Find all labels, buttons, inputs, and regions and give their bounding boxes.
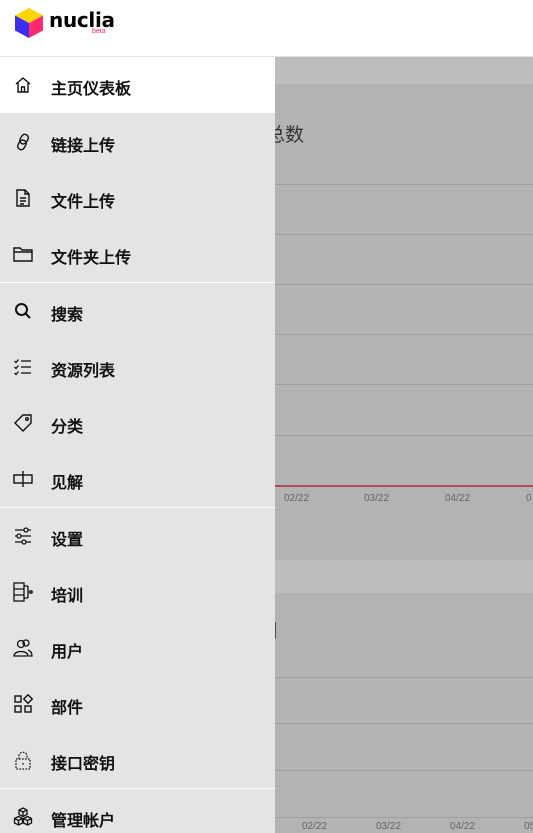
nav-label: 链接上传 bbox=[51, 136, 116, 155]
nav-label: 资源列表 bbox=[51, 361, 116, 380]
nav-label: 文件上传 bbox=[51, 192, 116, 211]
cubes-icon bbox=[13, 807, 33, 826]
link-icon bbox=[16, 133, 30, 151]
nav-item-file-upload[interactable]: 文件上传 bbox=[0, 170, 275, 226]
x-tick-label: 03/22 bbox=[364, 493, 390, 504]
tag-icon bbox=[14, 414, 32, 432]
x-tick-label: 05 bbox=[524, 821, 533, 832]
beta-badge: beta bbox=[92, 28, 106, 35]
checklist-icon bbox=[14, 359, 31, 376]
training-icon bbox=[13, 582, 33, 602]
logo-cube-icon bbox=[15, 8, 43, 38]
nav-label: 接口密钥 bbox=[51, 754, 116, 773]
search-icon bbox=[15, 303, 31, 319]
sliders-icon bbox=[15, 527, 31, 545]
x-tick-label: 03/22 bbox=[376, 821, 402, 832]
nav-item-settings[interactable]: 设置 bbox=[0, 508, 275, 564]
nav-item-users[interactable]: 用户 bbox=[0, 620, 275, 676]
nav-item-classification[interactable]: 分类 bbox=[0, 395, 275, 451]
file-icon bbox=[16, 189, 30, 207]
folder-icon bbox=[13, 247, 33, 262]
nav-item-api-keys[interactable]: 接口密钥 bbox=[0, 732, 275, 788]
nav-item-home-dashboard[interactable]: 主页仪表板 bbox=[0, 57, 275, 113]
nav-label: 搜索 bbox=[51, 305, 84, 324]
x-tick-label: 04/22 bbox=[445, 493, 471, 504]
nav-item-training[interactable]: 培训 bbox=[0, 564, 275, 620]
lock-icon bbox=[15, 751, 31, 770]
nav-label: 文件夹上传 bbox=[51, 248, 132, 267]
sidebar-nav: 主页仪表板 链接上传 文件上传 文件夹上传 搜索 资源列表 分类 见解 设置 培… bbox=[0, 57, 275, 833]
nav-label: 见解 bbox=[51, 473, 84, 492]
top-header: nuclia beta bbox=[0, 0, 533, 57]
nav-label: 用户 bbox=[51, 642, 84, 661]
nav-label: 设置 bbox=[51, 530, 84, 549]
nav-item-widgets[interactable]: 部件 bbox=[0, 676, 275, 732]
nav-label: 分类 bbox=[51, 417, 84, 436]
x-tick-label: 04/22 bbox=[450, 821, 476, 832]
insights-icon bbox=[13, 471, 33, 487]
widgets-icon bbox=[14, 694, 33, 713]
nav-item-resource-list[interactable]: 资源列表 bbox=[0, 339, 275, 395]
nav-item-link-upload[interactable]: 链接上传 bbox=[0, 114, 275, 170]
users-icon bbox=[13, 639, 33, 657]
nav-item-insights[interactable]: 见解 bbox=[0, 451, 275, 507]
nav-item-folder-upload[interactable]: 文件夹上传 bbox=[0, 226, 275, 282]
nav-label: 管理帐户 bbox=[51, 811, 116, 830]
x-tick-label: 02/22 bbox=[302, 821, 328, 832]
nav-item-search[interactable]: 搜索 bbox=[0, 283, 275, 339]
nav-label: 培训 bbox=[51, 586, 84, 605]
nuclia-logo[interactable]: nuclia beta bbox=[14, 6, 124, 42]
nav-label: 部件 bbox=[51, 698, 84, 717]
nav-label: 主页仪表板 bbox=[51, 79, 132, 98]
nav-item-manage-account[interactable]: 管理帐户 bbox=[0, 789, 275, 833]
x-tick-label: 0 bbox=[526, 493, 532, 504]
x-tick-label: 02/22 bbox=[284, 493, 310, 504]
home-icon bbox=[15, 77, 31, 93]
